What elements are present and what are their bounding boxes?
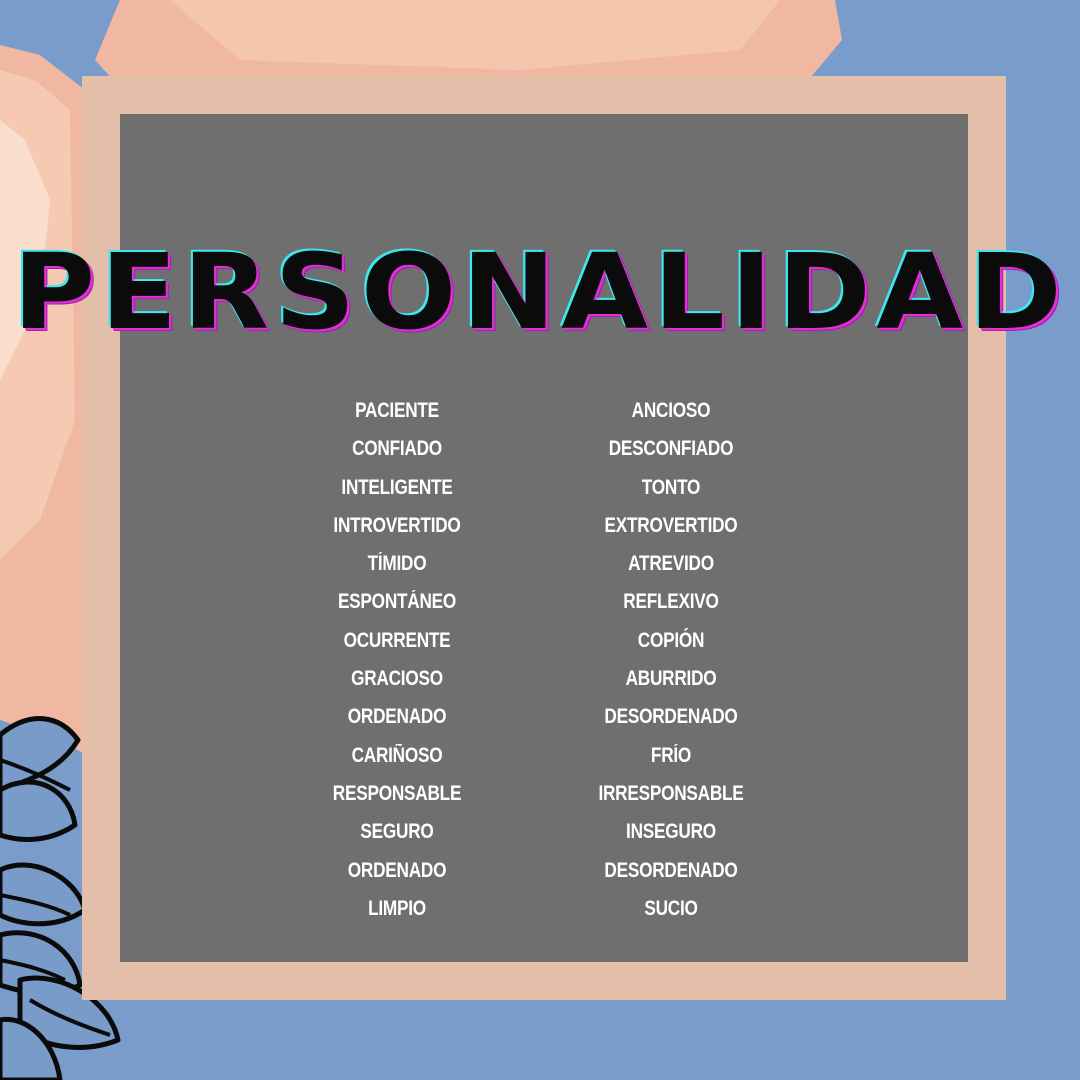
list-item: EXTROVERTIDO (604, 513, 738, 537)
page-title: PERSONALIDAD (12, 231, 1068, 353)
list-item: PACIENTE (355, 399, 439, 422)
list-item: ANCIOSO (631, 399, 711, 422)
list-item: LIMPIO (368, 896, 426, 920)
list-item: DESORDENADO (604, 705, 738, 729)
list-item: CARIÑOSO (351, 743, 443, 767)
list-item: CONFIADO (352, 437, 442, 461)
list-item: REFLEXIVO (623, 590, 719, 614)
list-item: RESPONSABLE (332, 781, 462, 805)
list-item: TÍMIDO (367, 552, 427, 576)
list-item: COPIÓN (637, 628, 705, 652)
list-item: TONTO (641, 475, 701, 499)
list-item: ATREVIDO (628, 552, 714, 576)
list-item: ORDENADO (347, 858, 447, 882)
list-item: INSEGURO (626, 820, 716, 844)
list-item: ESPONTÁNEO (337, 590, 457, 614)
list-item: DESORDENADO (604, 858, 738, 882)
list-item: INTELIGENTE (341, 475, 453, 499)
list-item: SUCIO (644, 896, 698, 920)
left-word-list: PACIENTE CONFIADO INTELIGENTE INTROVERTI… (277, 392, 517, 928)
list-item: IRRESPONSABLE (598, 781, 744, 805)
list-item: SEGURO (360, 820, 434, 844)
list-item: ABURRIDO (625, 667, 717, 691)
list-item: OCURRENTE (343, 628, 451, 652)
list-item: GRACIOSO (351, 667, 443, 691)
list-item: DESCONFIADO (608, 437, 734, 461)
list-item: INTROVERTIDO (333, 513, 461, 537)
list-item: FRÍO (650, 743, 692, 767)
list-item: ORDENADO (347, 705, 447, 729)
right-word-list: ANCIOSO DESCONFIADO TONTO EXTROVERTIDO A… (551, 392, 791, 928)
